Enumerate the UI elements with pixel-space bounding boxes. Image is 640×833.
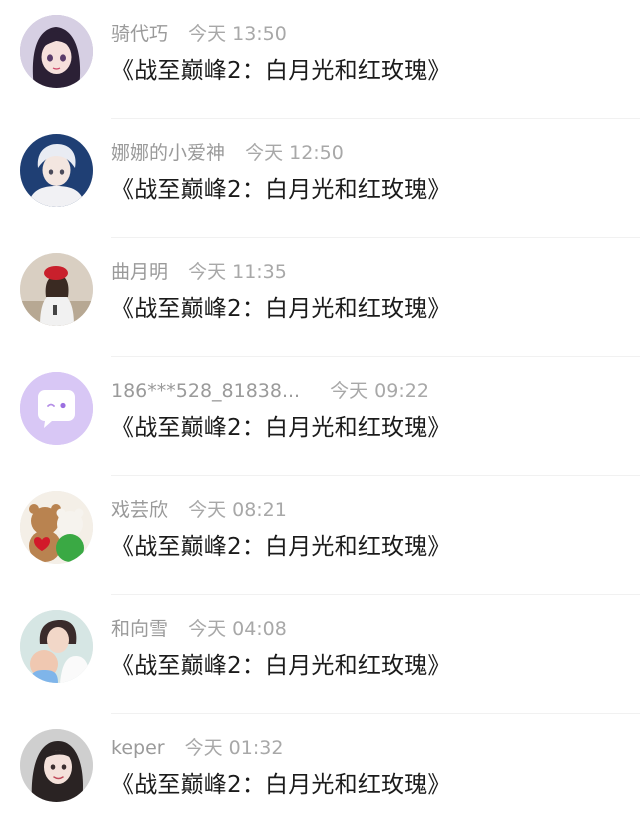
comment-meta: 曲月明 今天 11:35 xyxy=(111,259,287,285)
comment-meta: 186***528_81838... 今天 09:22 xyxy=(111,378,429,404)
avatar[interactable] xyxy=(20,134,93,207)
comment-text: 《战至巅峰2：白月光和红玫瑰》 xyxy=(111,177,451,203)
comment-text: 《战至巅峰2：白月光和红玫瑰》 xyxy=(111,296,451,322)
comment-text: 《战至巅峰2：白月光和红玫瑰》 xyxy=(111,772,451,798)
comment-item[interactable]: keper 今天 01:32 《战至巅峰2：白月光和红玫瑰》 xyxy=(0,714,640,833)
avatar[interactable] xyxy=(20,729,93,802)
timestamp: 今天 13:50 xyxy=(188,23,287,45)
comment-meta: 戏芸欣 今天 08:21 xyxy=(111,497,287,523)
comment-item[interactable]: 骑代巧 今天 13:50 《战至巅峰2：白月光和红玫瑰》 xyxy=(0,0,640,119)
username[interactable]: keper xyxy=(111,735,165,761)
comment-text: 《战至巅峰2：白月光和红玫瑰》 xyxy=(111,534,451,560)
avatar[interactable] xyxy=(20,253,93,326)
comment-meta: keper 今天 01:32 xyxy=(111,735,283,761)
username[interactable]: 骑代巧 xyxy=(111,21,168,47)
username[interactable]: 和向雪 xyxy=(111,616,168,642)
username[interactable]: 186***528_81838... xyxy=(111,378,300,404)
comment-meta: 娜娜的小爱神 今天 12:50 xyxy=(111,140,344,166)
avatar-girl-red-hat-icon xyxy=(20,253,93,326)
timestamp: 今天 08:21 xyxy=(188,499,287,521)
comment-item[interactable]: 曲月明 今天 11:35 《战至巅峰2：白月光和红玫瑰》 xyxy=(0,238,640,357)
avatar[interactable] xyxy=(20,610,93,683)
avatar-white-hair-boy-icon xyxy=(20,134,93,207)
comment-meta: 和向雪 今天 04:08 xyxy=(111,616,287,642)
avatar-anime-girl-icon xyxy=(20,15,93,88)
comment-text: 《战至巅峰2：白月光和红玫瑰》 xyxy=(111,58,451,84)
avatar[interactable] xyxy=(20,15,93,88)
comment-item[interactable]: 娜娜的小爱神 今天 12:50 《战至巅峰2：白月光和红玫瑰》 xyxy=(0,119,640,238)
avatar[interactable] xyxy=(20,491,93,564)
avatar[interactable] xyxy=(20,372,93,445)
timestamp: 今天 01:32 xyxy=(184,737,284,759)
comment-text: 《战至巅峰2：白月光和红玫瑰》 xyxy=(111,415,451,441)
timestamp: 今天 11:35 xyxy=(188,261,287,283)
username[interactable]: 戏芸欣 xyxy=(111,497,168,523)
timestamp: 今天 04:08 xyxy=(188,618,287,640)
avatar-mother-baby-icon xyxy=(20,610,93,683)
comment-item[interactable]: 和向雪 今天 04:08 《战至巅峰2：白月光和红玫瑰》 xyxy=(0,595,640,714)
avatar-woman-portrait-icon xyxy=(20,729,93,802)
comment-text: 《战至巅峰2：白月光和红玫瑰》 xyxy=(111,653,451,679)
comment-list: 骑代巧 今天 13:50 《战至巅峰2：白月光和红玫瑰》 娜娜的小爱神 今天 1… xyxy=(0,0,640,825)
timestamp: 今天 12:50 xyxy=(245,142,344,164)
username[interactable]: 娜娜的小爱神 xyxy=(111,140,225,166)
comment-item[interactable]: 戏芸欣 今天 08:21 《战至巅峰2：白月光和红玫瑰》 xyxy=(0,476,640,595)
avatar-default-chat-icon xyxy=(20,372,93,445)
comment-item[interactable]: 186***528_81838... 今天 09:22 《战至巅峰2：白月光和红… xyxy=(0,357,640,476)
avatar-teddy-bears-icon xyxy=(20,491,93,564)
timestamp: 今天 09:22 xyxy=(330,380,429,402)
username[interactable]: 曲月明 xyxy=(111,259,168,285)
comment-meta: 骑代巧 今天 13:50 xyxy=(111,21,287,47)
